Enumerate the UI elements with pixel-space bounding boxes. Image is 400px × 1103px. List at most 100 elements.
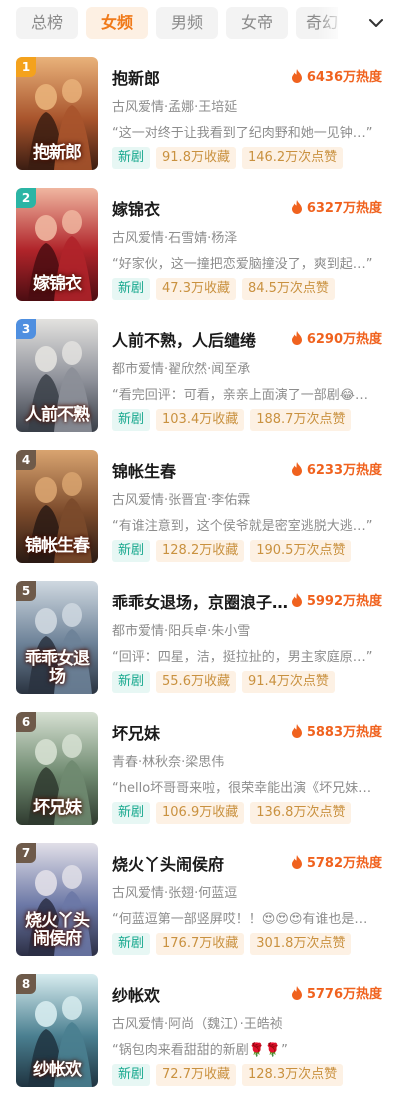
rank-badge: 6: [16, 712, 36, 732]
review-quote: “好家伙，这一撞把恋爱脑撞没了，爽到起…”: [112, 257, 373, 272]
chevron-down-icon[interactable]: [366, 13, 386, 33]
review-quote: “看完回评：可看，亲亲上面演了一部剧😂…”: [112, 388, 374, 403]
drama-cover[interactable]: 1 抱新郎: [16, 57, 98, 170]
heat-value: 6327万热度: [306, 201, 382, 216]
drama-cover[interactable]: 4 锦帐生春: [16, 450, 98, 563]
new-tag: 新剧: [112, 671, 151, 693]
list-item[interactable]: 8 纱帐欢 纱帐欢 5776万热度 古风爱情·阿尚（魏江）·王皓祯 “锅包肉来看…: [0, 963, 400, 1094]
tag-row: 新剧 106.9万收藏 136.8万次点赞: [112, 802, 357, 824]
drama-title[interactable]: 坏兄妹: [112, 720, 292, 744]
review-quote: “回评：四星，洁，挺拉扯的，男主家庭原…”: [112, 650, 373, 665]
flame-icon: [291, 199, 302, 214]
tag-row: 新剧 55.6万收藏 91.4万次点赞: [112, 671, 341, 693]
rank-badge: 3: [16, 319, 36, 339]
likes-count: 188.7万次点赞: [250, 409, 352, 431]
drama-title[interactable]: 锦帐生春: [112, 458, 292, 482]
tab-male[interactable]: 男频: [156, 7, 218, 39]
review-quote: “hello坏哥哥来啦，很荣幸能出演《坏兄妹》…”: [112, 781, 374, 796]
drama-title[interactable]: 嫁锦衣: [112, 196, 292, 220]
cover-title-text: 坏兄妹: [33, 798, 82, 818]
new-tag: 新剧: [112, 147, 151, 169]
drama-title[interactable]: 抱新郎: [112, 65, 292, 89]
heat-indicator: 6233万热度: [291, 459, 382, 478]
tab-fade: [318, 6, 354, 40]
list-item[interactable]: 7 烧火丫头闹侯府 烧火丫头闹侯府 5782万热度 古风爱情·张翅·何蓝逗 “何…: [0, 832, 400, 963]
likes-count: 146.2万次点赞: [241, 147, 344, 169]
drama-cover[interactable]: 8 纱帐欢: [16, 974, 98, 1087]
list-item[interactable]: 6 坏兄妹 坏兄妹 5883万热度 青春·林秋奈·梁思伟 “hello坏哥哥来啦…: [0, 701, 400, 832]
heat-value: 5883万热度: [306, 725, 382, 740]
likes-count: 136.8万次点赞: [250, 802, 352, 824]
favorites-count: 128.2万收藏: [156, 540, 245, 562]
category-tab-bar: 总榜 女频 男频 女帝 奇幻: [0, 0, 400, 46]
tag-row: 新剧 176.7万收藏 301.8万次点赞: [112, 933, 357, 955]
drama-title[interactable]: 人前不熟，人后缱绻: [112, 327, 292, 351]
heat-indicator: 5883万热度: [291, 721, 382, 740]
new-tag: 新剧: [112, 278, 151, 300]
favorites-count: 72.7万收藏: [156, 1064, 236, 1086]
flame-icon: [291, 985, 302, 1000]
favorites-count: 103.4万收藏: [156, 409, 245, 431]
favorites-count: 176.7万收藏: [156, 933, 245, 955]
list-item[interactable]: 4 锦帐生春 锦帐生春 6233万热度 古风爱情·张晋宜·李佑霖 “有谁注意到，…: [0, 439, 400, 570]
drama-cover[interactable]: 7 烧火丫头闹侯府: [16, 843, 98, 956]
tag-row: 新剧 91.8万收藏 146.2万次点赞: [112, 147, 349, 169]
new-tag: 新剧: [112, 409, 151, 431]
drama-title[interactable]: 烧火丫头闹侯府: [112, 851, 292, 875]
heat-value: 5782万热度: [306, 856, 382, 871]
list-item[interactable]: 5 乖乖女退场 乖乖女退场，京圈浪子… 5992万热度 都市爱情·阳兵卓·朱小雪…: [0, 570, 400, 701]
genre-cast: 古风爱情·张翅·何蓝逗: [112, 886, 238, 901]
new-tag: 新剧: [112, 540, 151, 562]
genre-cast: 古风爱情·张晋宜·李佑霖: [112, 493, 251, 508]
tag-row: 新剧 128.2万收藏 190.5万次点赞: [112, 540, 357, 562]
genre-cast: 都市爱情·阳兵卓·朱小雪: [112, 624, 251, 639]
list-item[interactable]: 1 抱新郎 抱新郎 6436万热度 古风爱情·孟娜·王培延 “这一对终于让我看到…: [0, 46, 400, 177]
likes-count: 91.4万次点赞: [241, 671, 335, 693]
tab-overall[interactable]: 总榜: [16, 7, 78, 39]
cover-title-text: 烧火丫头闹侯府: [25, 911, 90, 949]
genre-cast: 古风爱情·孟娜·王培延: [112, 100, 238, 115]
drama-cover[interactable]: 2 嫁锦衣: [16, 188, 98, 301]
flame-icon: [291, 330, 302, 345]
flame-icon: [291, 854, 302, 869]
tab-female[interactable]: 女频: [86, 7, 148, 39]
list-item[interactable]: 3 人前不熟 人前不熟，人后缱绻 6290万热度 都市爱情·翟欣然·闻至承 “看…: [0, 308, 400, 439]
drama-title[interactable]: 乖乖女退场，京圈浪子…: [112, 589, 292, 613]
rank-badge: 2: [16, 188, 36, 208]
drama-cover[interactable]: 6 坏兄妹: [16, 712, 98, 825]
flame-icon: [291, 723, 302, 738]
flame-icon: [291, 592, 302, 607]
rank-badge: 4: [16, 450, 36, 470]
rank-badge: 7: [16, 843, 36, 863]
favorites-count: 91.8万收藏: [156, 147, 236, 169]
likes-count: 128.3万次点赞: [241, 1064, 344, 1086]
tag-row: 新剧 47.3万收藏 84.5万次点赞: [112, 278, 341, 300]
favorites-count: 106.9万收藏: [156, 802, 245, 824]
tab-empress[interactable]: 女帝: [226, 7, 288, 39]
heat-indicator: 6327万热度: [291, 197, 382, 216]
genre-cast: 青春·林秋奈·梁思伟: [112, 755, 225, 770]
cover-title-text: 人前不熟: [25, 405, 90, 425]
cover-title-text: 纱帐欢: [33, 1060, 82, 1080]
drama-title[interactable]: 纱帐欢: [112, 982, 292, 1006]
heat-value: 6290万热度: [306, 332, 382, 347]
rank-badge: 5: [16, 581, 36, 601]
review-quote: “何蓝逗第一部竖屏哎！！😍😍😍有谁也是一…”: [112, 912, 374, 927]
drama-cover[interactable]: 5 乖乖女退场: [16, 581, 98, 694]
likes-count: 190.5万次点赞: [250, 540, 352, 562]
flame-icon: [291, 68, 302, 83]
list-item[interactable]: 2 嫁锦衣 嫁锦衣 6327万热度 古风爱情·石雪婧·杨泽 “好家伙，这一撞把恋…: [0, 177, 400, 308]
review-quote: “这一对终于让我看到了纪肉野和她一见钟…”: [112, 126, 373, 141]
genre-cast: 古风爱情·阿尚（魏江）·王皓祯: [112, 1017, 283, 1032]
genre-cast: 都市爱情·翟欣然·闻至承: [112, 362, 251, 377]
new-tag: 新剧: [112, 1064, 151, 1086]
tab-list: 总榜 女频 男频 女帝 奇幻: [16, 7, 346, 39]
heat-value: 6233万热度: [306, 463, 382, 478]
cover-title-text: 锦帐生春: [25, 536, 90, 556]
heat-indicator: 5992万热度: [291, 590, 382, 609]
likes-count: 84.5万次点赞: [241, 278, 335, 300]
heat-indicator: 5776万热度: [291, 983, 382, 1002]
heat-indicator: 6436万热度: [291, 66, 382, 85]
drama-cover[interactable]: 3 人前不熟: [16, 319, 98, 432]
new-tag: 新剧: [112, 933, 151, 955]
